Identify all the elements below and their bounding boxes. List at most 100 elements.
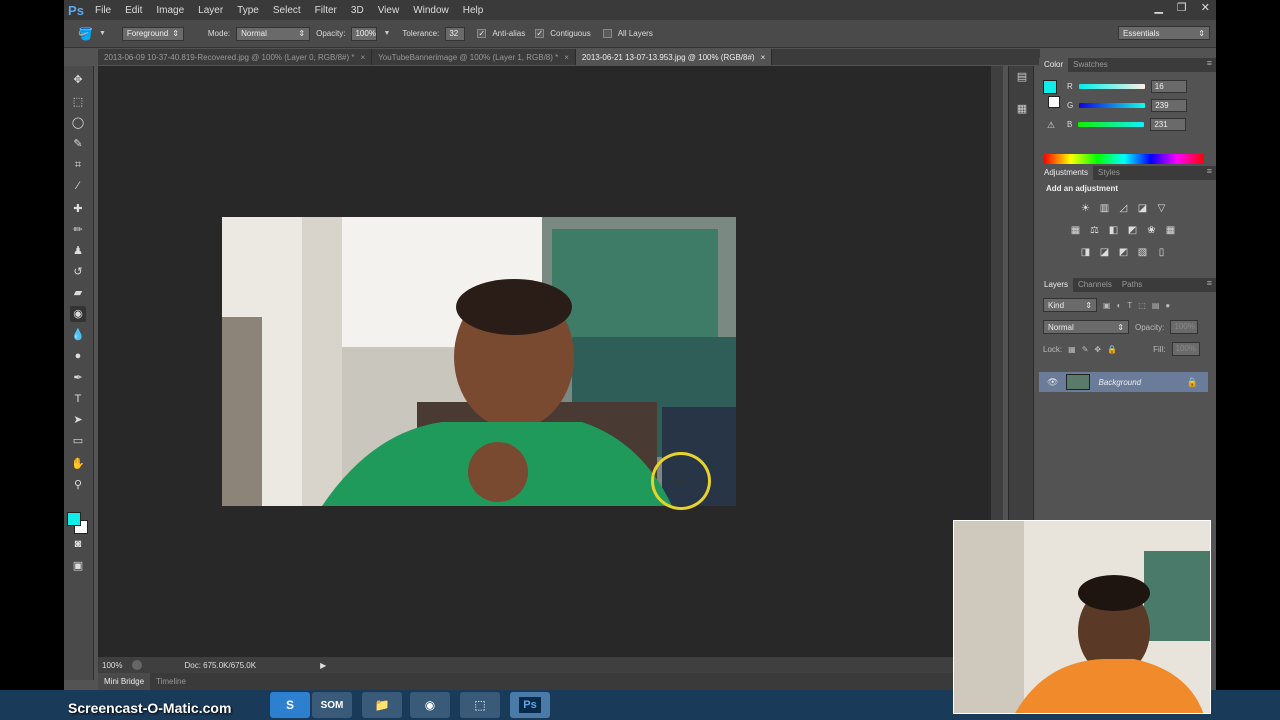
quick-mask-icon[interactable]: ◙ [70,536,86,552]
menu-help[interactable]: Help [456,5,491,16]
menu-image[interactable]: Image [149,5,191,16]
tab-paths[interactable]: Paths [1117,278,1147,292]
filter-type-icon[interactable]: T [1127,301,1132,310]
tab-timeline[interactable]: Timeline [150,673,192,690]
type-tool-icon[interactable]: T [70,391,86,407]
lock-all-icon[interactable]: 🔒 [1107,345,1117,354]
red-value-field[interactable]: 16 [1150,80,1187,93]
paint-bucket-preset-icon[interactable]: 🪣 [78,27,93,41]
color-lookup-icon[interactable]: ▦ [1164,224,1177,237]
chevron-down-icon[interactable]: ▼ [99,30,106,37]
history-panel-icon[interactable]: ▤ [1015,70,1029,84]
photoshop-taskbar-button[interactable]: Ps [510,692,550,718]
menu-layer[interactable]: Layer [191,5,230,16]
close-icon[interactable]: × [564,53,569,62]
filter-toggle-icon[interactable]: ● [1165,301,1170,310]
clone-stamp-tool-icon[interactable]: ♟ [70,243,86,259]
panel-menu-icon[interactable]: ≡ [1207,278,1212,288]
posterize-icon[interactable]: ◪ [1098,246,1111,259]
mode-select[interactable]: Normal ⇕ [236,26,311,41]
color-spectrum-ramp[interactable] [1044,154,1204,164]
lasso-tool-icon[interactable]: ◯ [70,115,86,131]
menu-file[interactable]: File [88,5,118,16]
lock-transparent-icon[interactable]: ▦ [1068,345,1076,354]
tab-adjustments[interactable]: Adjustments [1039,166,1094,180]
tab-styles[interactable]: Styles [1093,166,1125,180]
brightness-icon[interactable]: ☀ [1079,202,1092,215]
hand-tool-icon[interactable]: ✋ [70,456,86,472]
tab-channels[interactable]: Channels [1073,278,1117,292]
opacity-field[interactable]: 100% [351,26,378,41]
blend-mode-select[interactable]: Normal ⇕ [1043,320,1129,334]
paint-bucket-tool-icon[interactable]: ◉ [70,306,86,322]
background-color-chip[interactable] [1048,96,1060,108]
tab-layers[interactable]: Layers [1039,278,1074,292]
eyedropper-tool-icon[interactable]: ⁄ [70,178,86,194]
close-icon[interactable]: × [761,53,766,62]
panel-menu-icon[interactable]: ≡ [1207,58,1212,68]
blue-slider[interactable] [1078,122,1145,127]
media-player-icon[interactable]: ◉ [410,692,450,718]
filter-smart-object-icon[interactable]: ▤ [1152,301,1160,310]
fill-source-select[interactable]: Foreground ⇕ [121,26,184,41]
foreground-color-chip[interactable] [1043,80,1057,94]
zoom-tool-icon[interactable]: ⚲ [70,477,86,493]
photo-filter-icon[interactable]: ◩ [1126,224,1139,237]
red-slider[interactable] [1078,84,1145,89]
green-slider[interactable] [1079,103,1146,108]
gradient-map-icon[interactable]: ▧ [1136,246,1149,259]
menu-edit[interactable]: Edit [118,5,149,16]
color-balance-icon[interactable]: ⚖ [1088,224,1101,237]
healing-brush-tool-icon[interactable]: ✚ [70,201,86,217]
tolerance-field[interactable]: 32 [445,26,466,41]
layer-opacity-field[interactable]: 100% [1170,320,1199,334]
screen-mode-icon[interactable]: ▣ [70,558,86,574]
hue-saturation-icon[interactable]: ▦ [1069,224,1082,237]
shape-tool-icon[interactable]: ▭ [70,433,86,449]
document-tab-2[interactable]: YouTubeBannerimage @ 100% (Layer 1, RGB/… [372,49,576,65]
restore-icon[interactable]: ❐ [1177,1,1187,14]
filter-pixel-icon[interactable]: ▣ [1103,301,1111,310]
layer-row-background[interactable]: 👁 Background 🔒 [1039,372,1208,392]
quick-select-tool-icon[interactable]: ✎ [70,136,86,152]
invert-icon[interactable]: ◨ [1079,246,1092,259]
chevron-down-icon[interactable]: ▼ [383,30,390,37]
vibrance-icon[interactable]: ▽ [1155,202,1168,215]
exposure-icon[interactable]: ◪ [1136,202,1149,215]
all-layers-checkbox[interactable] [602,29,612,38]
close-icon[interactable]: × [361,53,366,62]
status-info-icon[interactable] [132,660,143,670]
som-taskbar-button[interactable]: SOM [312,692,352,718]
properties-panel-icon[interactable]: ▦ [1015,102,1029,116]
menu-view[interactable]: View [371,5,407,16]
minimize-icon[interactable]: ▁ [1154,1,1162,14]
layer-name[interactable]: Background [1098,378,1178,387]
lock-image-icon[interactable]: ✎ [1082,345,1089,354]
levels-icon[interactable]: ▥ [1098,202,1111,215]
workspace-select[interactable]: Essentials ⇕ [1118,26,1210,40]
black-white-icon[interactable]: ◧ [1107,224,1120,237]
threshold-icon[interactable]: ◩ [1117,246,1130,259]
dodge-tool-icon[interactable]: ● [70,348,86,364]
tab-swatches[interactable]: Swatches [1068,58,1113,72]
menu-select[interactable]: Select [266,5,308,16]
tab-color[interactable]: Color [1039,58,1069,72]
fill-field[interactable]: 100% [1171,342,1200,356]
brush-tool-icon[interactable]: ✏ [70,222,86,238]
channel-mixer-icon[interactable]: ❀ [1145,224,1158,237]
marquee-tool-icon[interactable]: ⬚ [70,94,86,110]
history-brush-tool-icon[interactable]: ↺ [70,264,86,280]
anti-alias-checkbox[interactable]: ✓ [477,29,487,38]
eye-icon[interactable]: 👁 [1047,377,1058,388]
eraser-tool-icon[interactable]: ▰ [70,285,86,301]
contiguous-checkbox[interactable]: ✓ [535,29,545,38]
blue-value-field[interactable]: 231 [1150,118,1187,131]
close-icon[interactable]: ✕ [1201,1,1210,14]
filter-adjustment-icon[interactable]: ◐ [1117,301,1122,310]
folder-icon[interactable]: 📁 [362,692,402,718]
zoom-level[interactable]: 100% [102,661,122,670]
snipping-tool-icon[interactable]: ⬚ [460,692,500,718]
curves-icon[interactable]: ◿ [1117,202,1130,215]
tab-mini-bridge[interactable]: Mini Bridge [98,673,151,690]
move-tool-icon[interactable]: ✥ [70,72,86,88]
